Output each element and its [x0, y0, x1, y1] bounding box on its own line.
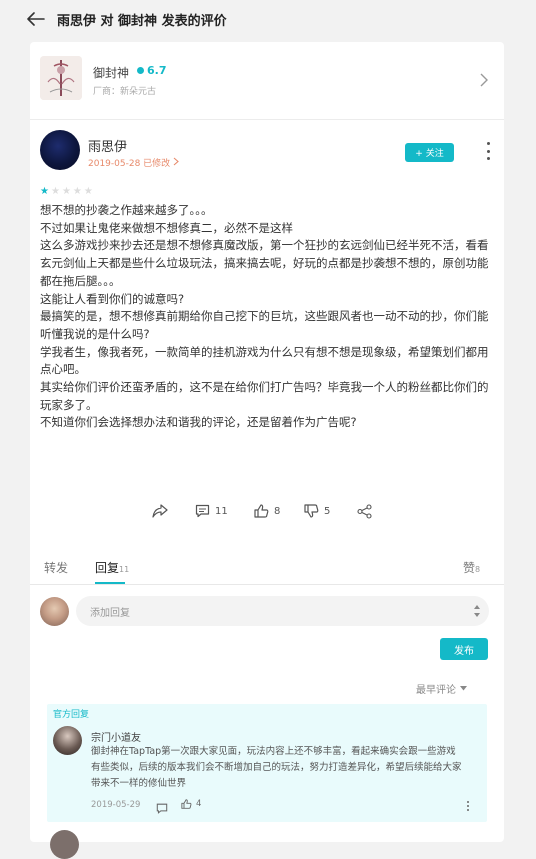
star-rating: ★ ★ ★ ★ ★: [40, 187, 93, 197]
next-comment-avatar[interactable]: [50, 830, 79, 859]
dislike-count: 5: [324, 505, 331, 517]
comment-button[interactable]: 11: [195, 504, 228, 518]
tab-repost[interactable]: 转发: [44, 559, 68, 576]
star-empty-icon: ★: [72, 186, 82, 197]
tab-reply-count: 11: [119, 565, 130, 574]
thumbs-up-icon: [254, 504, 269, 518]
official-like-button[interactable]: 4: [181, 799, 201, 809]
review-card: 御封神 6.7 厂商：新朵元古 雨思伊 2019-05-28 已修改 + 关注 …: [30, 42, 504, 859]
tab-likes[interactable]: 赞8: [463, 559, 480, 576]
thumbs-down-icon: [304, 504, 319, 518]
star-filled-icon: ★: [40, 186, 49, 197]
official-name[interactable]: 宗门小道友: [91, 729, 141, 744]
rating-value: 6.7: [147, 64, 167, 77]
comment-count: 11: [215, 505, 228, 517]
tab-likes-count: 8: [475, 565, 481, 574]
my-avatar: [40, 597, 69, 626]
share-button[interactable]: [357, 504, 372, 519]
review-paragraph: 这么多游戏抄来抄去还是想不想修真魔改版，第一个狂抄的玄远剑仙已经半死不活，看看玄…: [40, 238, 489, 288]
tab-repost-label: 转发: [44, 561, 69, 575]
dislike-button[interactable]: 5: [304, 504, 330, 518]
tab-reply[interactable]: 回复11: [95, 559, 129, 576]
game-name: 御封神: [93, 66, 130, 80]
caret-down-icon: [460, 686, 467, 691]
official-like-count: 4: [196, 799, 202, 809]
follow-button[interactable]: + 关注: [405, 143, 454, 162]
game-vendor: 厂商：新朵元古: [93, 87, 157, 97]
action-bar: 11 8 5: [30, 504, 504, 528]
more-options-icon[interactable]: [486, 142, 490, 160]
resize-arrows-icon: [474, 605, 480, 617]
reply-placeholder: 添加回复: [90, 607, 130, 619]
top-bar: 雨思伊 对 御封神 发表的评价: [0, 0, 536, 38]
review-paragraph: 不知道你们会选择想办法和谐我的评论，还是留着作为广告呢?: [40, 415, 357, 430]
forward-icon: [152, 504, 168, 518]
chevron-right-icon[interactable]: [480, 72, 488, 91]
author-row: 雨思伊 2019-05-28 已修改 + 关注: [40, 130, 494, 180]
star-empty-icon: ★: [83, 186, 93, 197]
tab-likes-label: 赞: [463, 561, 476, 575]
review-paragraph: 学我者生，像我者死，一款简单的挂机游戏为什么只有想不想是现象级，希望策划们都用点…: [40, 344, 489, 377]
rating-star-icon: [137, 67, 144, 74]
review-paragraph: 其实给你们评价还蛮矛盾的，这不是在给你们打广告吗？毕竟我一个人的粉丝都比你们的玩…: [40, 380, 489, 412]
star-empty-icon: ★: [61, 186, 71, 197]
official-avatar[interactable]: [53, 726, 82, 755]
game-info-row[interactable]: 御封神 6.7 厂商：新朵元古: [30, 42, 504, 120]
like-button[interactable]: 8: [254, 504, 280, 518]
official-comment-button[interactable]: [156, 799, 168, 818]
chevron-right-small-icon: [173, 157, 179, 166]
tab-reply-label: 回复: [95, 561, 120, 575]
official-reply-label: 官方回复: [53, 710, 90, 720]
author-name[interactable]: 雨思伊: [88, 136, 127, 155]
publish-button[interactable]: 发布: [440, 638, 488, 660]
review-date-text: 2019-05-28 已修改: [88, 159, 174, 169]
official-more-icon[interactable]: [467, 801, 470, 811]
share-icon: [357, 504, 372, 519]
comment-icon: [156, 803, 168, 814]
review-paragraph: 最搞笑的是，想不想修真前期给你自己挖下的巨坑，这些跟风者也一动不动的抄，你们能听…: [40, 309, 489, 341]
reply-tabs: 转发 回复11 赞8: [30, 555, 504, 585]
official-reply: 官方回复 宗门小道友 御封神在TapTap第一次跟大家见面，玩法内容上还不够丰富…: [47, 704, 487, 822]
sort-dropdown[interactable]: 最早评论: [416, 681, 467, 696]
like-count: 8: [274, 505, 281, 517]
share-forward-button[interactable]: [152, 504, 168, 518]
page-title: 雨思伊 对 御封神 发表的评价: [57, 13, 227, 29]
thumbs-up-icon: [181, 799, 192, 809]
back-arrow-icon[interactable]: [27, 12, 45, 26]
reply-input[interactable]: 添加回复: [76, 596, 489, 626]
sort-label: 最早评论: [416, 685, 456, 696]
comment-icon: [195, 504, 210, 518]
game-logo-icon: [40, 56, 82, 100]
review-body: 想不想的抄袭之作越来越多了。。。 不过如果让鬼佬来做想不想修真二，必然不是这样 …: [40, 202, 492, 432]
game-rating: 6.7: [137, 64, 167, 77]
star-empty-icon: ★: [50, 186, 60, 197]
review-paragraph: 不过如果让鬼佬来做想不想修真二，必然不是这样: [40, 220, 293, 235]
official-date: 2019-05-29: [91, 800, 141, 810]
review-date[interactable]: 2019-05-28 已修改: [88, 156, 179, 169]
review-paragraph: 这能让人看到你们的诚意吗?: [40, 291, 185, 306]
review-paragraph: 想不想的抄袭之作越来越多了。。。: [40, 203, 213, 217]
active-tab-indicator: [95, 582, 125, 584]
official-text: 御封神在TapTap第一次跟大家见面，玩法内容上还不够丰富，看起来确实会跟一些游…: [91, 746, 462, 789]
author-avatar[interactable]: [40, 130, 80, 170]
